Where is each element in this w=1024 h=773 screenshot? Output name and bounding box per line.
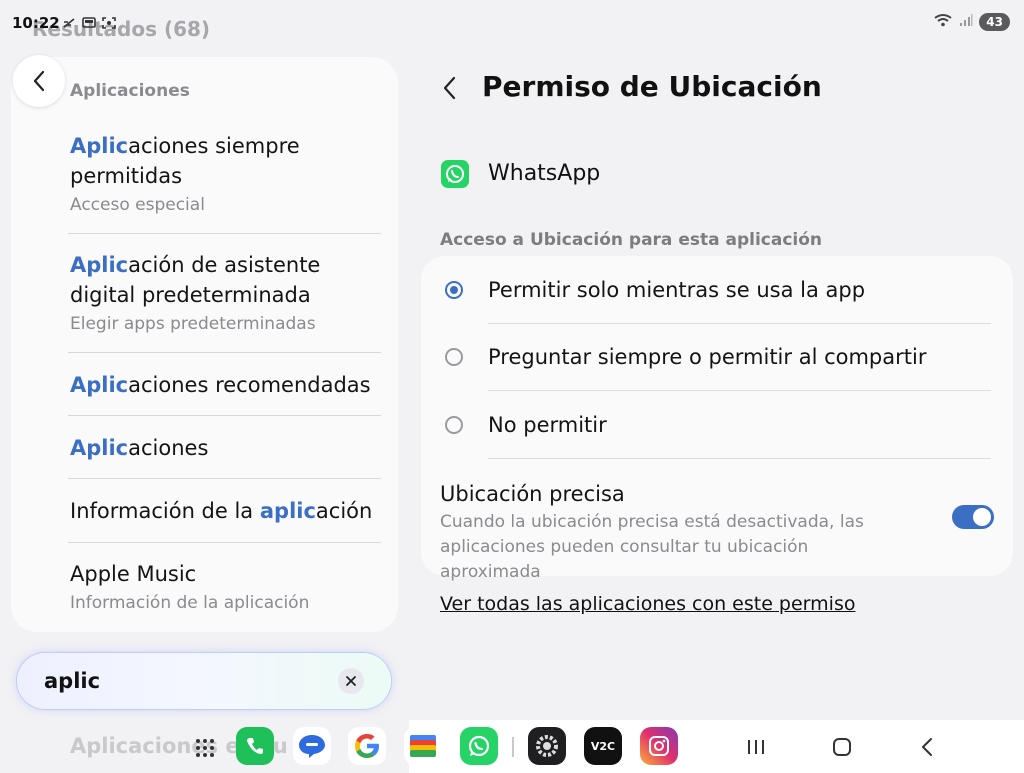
- radio-unselected[interactable]: [445, 416, 463, 434]
- option-label: No permitir: [488, 413, 607, 437]
- result-item-always-allowed[interactable]: Aplicaciones siempre permitidas Acceso e…: [70, 131, 381, 215]
- notification-icons: [62, 14, 116, 33]
- see-all-apps-link[interactable]: Ver todas las aplicaciones con este perm…: [440, 593, 855, 615]
- result-title: Aplicación de asistente digital predeter…: [70, 253, 321, 307]
- recents-icon: [748, 740, 764, 754]
- divider: [488, 390, 991, 391]
- precise-location-title: Ubicación precisa: [440, 482, 625, 506]
- close-icon: [346, 676, 356, 686]
- page-title: Permiso de Ubicación: [482, 70, 822, 103]
- precise-location-description: Cuando la ubicación precisa está desacti…: [440, 512, 864, 582]
- search-input[interactable]: aplic: [44, 669, 100, 693]
- option-deny[interactable]: No permitir: [445, 392, 1005, 458]
- option-label: Preguntar siempre o permitir al comparti…: [488, 345, 927, 369]
- section-label: Aplicaciones: [70, 81, 190, 101]
- result-title: Aplicaciones siempre permitidas: [70, 134, 300, 188]
- whatsapp-icon: [441, 160, 469, 188]
- radio-unselected[interactable]: [445, 348, 463, 366]
- option-label: Permitir solo mientras se usa la app: [488, 278, 866, 302]
- precise-location-toggle[interactable]: [952, 505, 994, 529]
- v2c-icon[interactable]: V2C: [584, 727, 622, 765]
- result-item-app-info[interactable]: Información de la aplicación: [70, 496, 381, 526]
- status-bar: Resultados (68) 10:22 43: [0, 0, 1024, 46]
- divider: [68, 352, 381, 353]
- back-icon: [922, 738, 932, 756]
- option-allow-while-using[interactable]: Permitir solo mientras se usa la app: [445, 257, 1005, 323]
- result-item-apps[interactable]: Aplicaciones: [70, 433, 381, 463]
- result-item-default-assistant[interactable]: Aplicación de asistente digital predeter…: [70, 250, 381, 334]
- back-button-detail[interactable]: [440, 74, 458, 106]
- clear-search-button[interactable]: [338, 668, 364, 694]
- divider: [68, 415, 381, 416]
- battery-indicator: 43: [979, 12, 1010, 31]
- result-title: Aplicaciones: [70, 436, 209, 460]
- phone-icon[interactable]: [236, 727, 274, 765]
- app-name: WhatsApp: [488, 161, 601, 186]
- result-item-recommended-apps[interactable]: Aplicaciones recomendadas: [70, 370, 381, 400]
- option-ask-always[interactable]: Preguntar siempre o permitir al comparti…: [445, 324, 1005, 390]
- system-indicators: 43: [933, 12, 1010, 31]
- permission-card: Permitir solo mientras se usa la app Pre…: [421, 256, 1013, 582]
- result-title: Apple Music: [70, 562, 197, 586]
- cast-icon: [82, 14, 96, 33]
- clock: 10:22: [12, 14, 60, 32]
- wallet-icon[interactable]: [404, 727, 442, 765]
- signal-icon: [959, 12, 973, 31]
- instagram-icon[interactable]: [640, 727, 678, 765]
- divider: [68, 542, 381, 543]
- result-subtitle: Elegir apps predeterminadas: [70, 314, 316, 334]
- radio-selected[interactable]: [445, 281, 463, 299]
- recents-button[interactable]: [746, 738, 766, 760]
- home-icon: [833, 738, 851, 756]
- mute-icon: [62, 14, 76, 33]
- result-title: Información de la aplicación: [70, 499, 373, 523]
- result-item-apple-music[interactable]: Apple Music Información de la aplicación: [70, 559, 381, 613]
- whatsapp-icon[interactable]: [460, 727, 498, 765]
- divider: [68, 233, 381, 234]
- search-results-list: Aplicaciones Aplicaciones siempre permit…: [11, 57, 398, 632]
- dock-separator: [512, 737, 514, 757]
- result-subtitle: Acceso especial: [70, 195, 205, 215]
- divider: [68, 478, 381, 479]
- access-section-label: Acceso a Ubicación para esta aplicación: [440, 230, 823, 250]
- chevron-left-icon: [33, 70, 45, 92]
- back-button[interactable]: [13, 55, 65, 107]
- result-subtitle: Información de la aplicación: [70, 593, 310, 613]
- app-drawer-icon[interactable]: [186, 734, 224, 762]
- divider: [488, 458, 991, 459]
- wifi-icon: [933, 12, 953, 31]
- home-button[interactable]: [832, 737, 852, 761]
- google-icon[interactable]: [348, 727, 386, 765]
- search-field[interactable]: aplic: [17, 653, 391, 709]
- screenshot-icon: [102, 14, 116, 33]
- settings-icon[interactable]: [528, 727, 566, 765]
- nav-back-button[interactable]: [920, 737, 934, 761]
- result-title: Aplicaciones recomendadas: [70, 373, 371, 397]
- chevron-left-icon: [443, 76, 456, 100]
- v2c-label: V2C: [590, 739, 616, 753]
- messages-icon[interactable]: [293, 727, 331, 765]
